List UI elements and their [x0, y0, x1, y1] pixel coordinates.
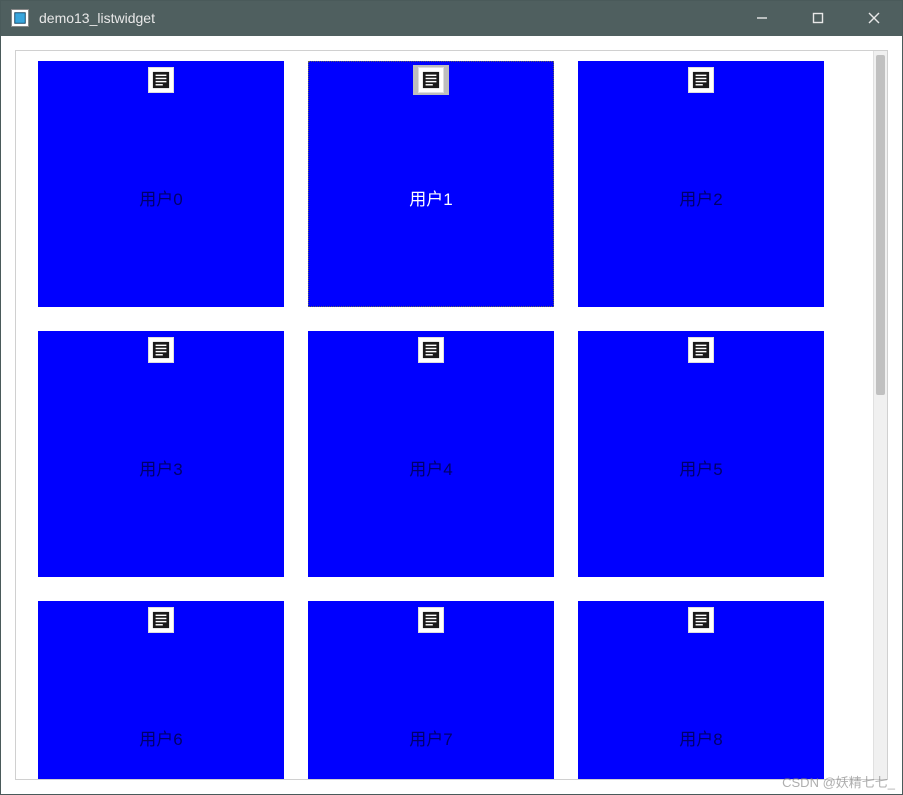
- document-icon: [148, 67, 174, 93]
- item-label: 用户5: [679, 455, 722, 480]
- document-icon: [148, 337, 174, 363]
- list-item[interactable]: 用户2: [578, 61, 824, 307]
- item-label: 用户2: [679, 185, 722, 210]
- window-title: demo13_listwidget: [39, 10, 155, 26]
- client-area: 用户0 用户1 用户2 用户3 用户4 用户5 用户6 用户7 用户8: [1, 36, 902, 794]
- item-label: 用户3: [139, 455, 182, 480]
- vertical-scrollbar[interactable]: [873, 51, 887, 779]
- list-item[interactable]: 用户1: [308, 61, 554, 307]
- icon-slot: [143, 335, 179, 365]
- app-window: demo13_listwidget 用户0用户1用户2用户3用户4用户5用户6用…: [0, 0, 903, 795]
- item-label: 用户8: [679, 725, 722, 750]
- document-icon: [688, 337, 714, 363]
- list-item[interactable]: 用户6: [38, 601, 284, 780]
- icon-slot: [413, 605, 449, 635]
- document-icon: [688, 67, 714, 93]
- icon-slot: [143, 605, 179, 635]
- icon-slot: [683, 335, 719, 365]
- list-item[interactable]: 用户7: [308, 601, 554, 780]
- document-icon: [688, 607, 714, 633]
- list-item[interactable]: 用户0: [38, 61, 284, 307]
- icon-slot: [413, 335, 449, 365]
- list-item[interactable]: 用户8: [578, 601, 824, 780]
- titlebar[interactable]: demo13_listwidget: [1, 1, 902, 36]
- icon-slot: [143, 65, 179, 95]
- document-icon: [418, 67, 444, 93]
- list-item[interactable]: 用户4: [308, 331, 554, 577]
- item-label: 用户6: [139, 725, 182, 750]
- window-controls: [734, 1, 902, 36]
- icon-slot: [683, 65, 719, 95]
- list-widget[interactable]: 用户0 用户1 用户2 用户3 用户4 用户5 用户6 用户7 用户8: [15, 50, 888, 780]
- maximize-button[interactable]: [790, 1, 846, 36]
- app-icon: [11, 9, 29, 27]
- scrollbar-thumb[interactable]: [876, 55, 885, 395]
- document-icon: [418, 607, 444, 633]
- item-label: 用户7: [409, 725, 452, 750]
- list-item[interactable]: 用户5: [578, 331, 824, 577]
- close-button[interactable]: [846, 1, 902, 36]
- icon-slot: [413, 65, 449, 95]
- item-label: 用户4: [409, 455, 452, 480]
- icon-slot: [683, 605, 719, 635]
- document-icon: [418, 337, 444, 363]
- list-grid: 用户0 用户1 用户2 用户3 用户4 用户5 用户6 用户7 用户8: [16, 51, 873, 779]
- item-label: 用户1: [409, 185, 452, 210]
- document-icon: [148, 607, 174, 633]
- list-item[interactable]: 用户3: [38, 331, 284, 577]
- minimize-button[interactable]: [734, 1, 790, 36]
- item-label: 用户0: [139, 185, 182, 210]
